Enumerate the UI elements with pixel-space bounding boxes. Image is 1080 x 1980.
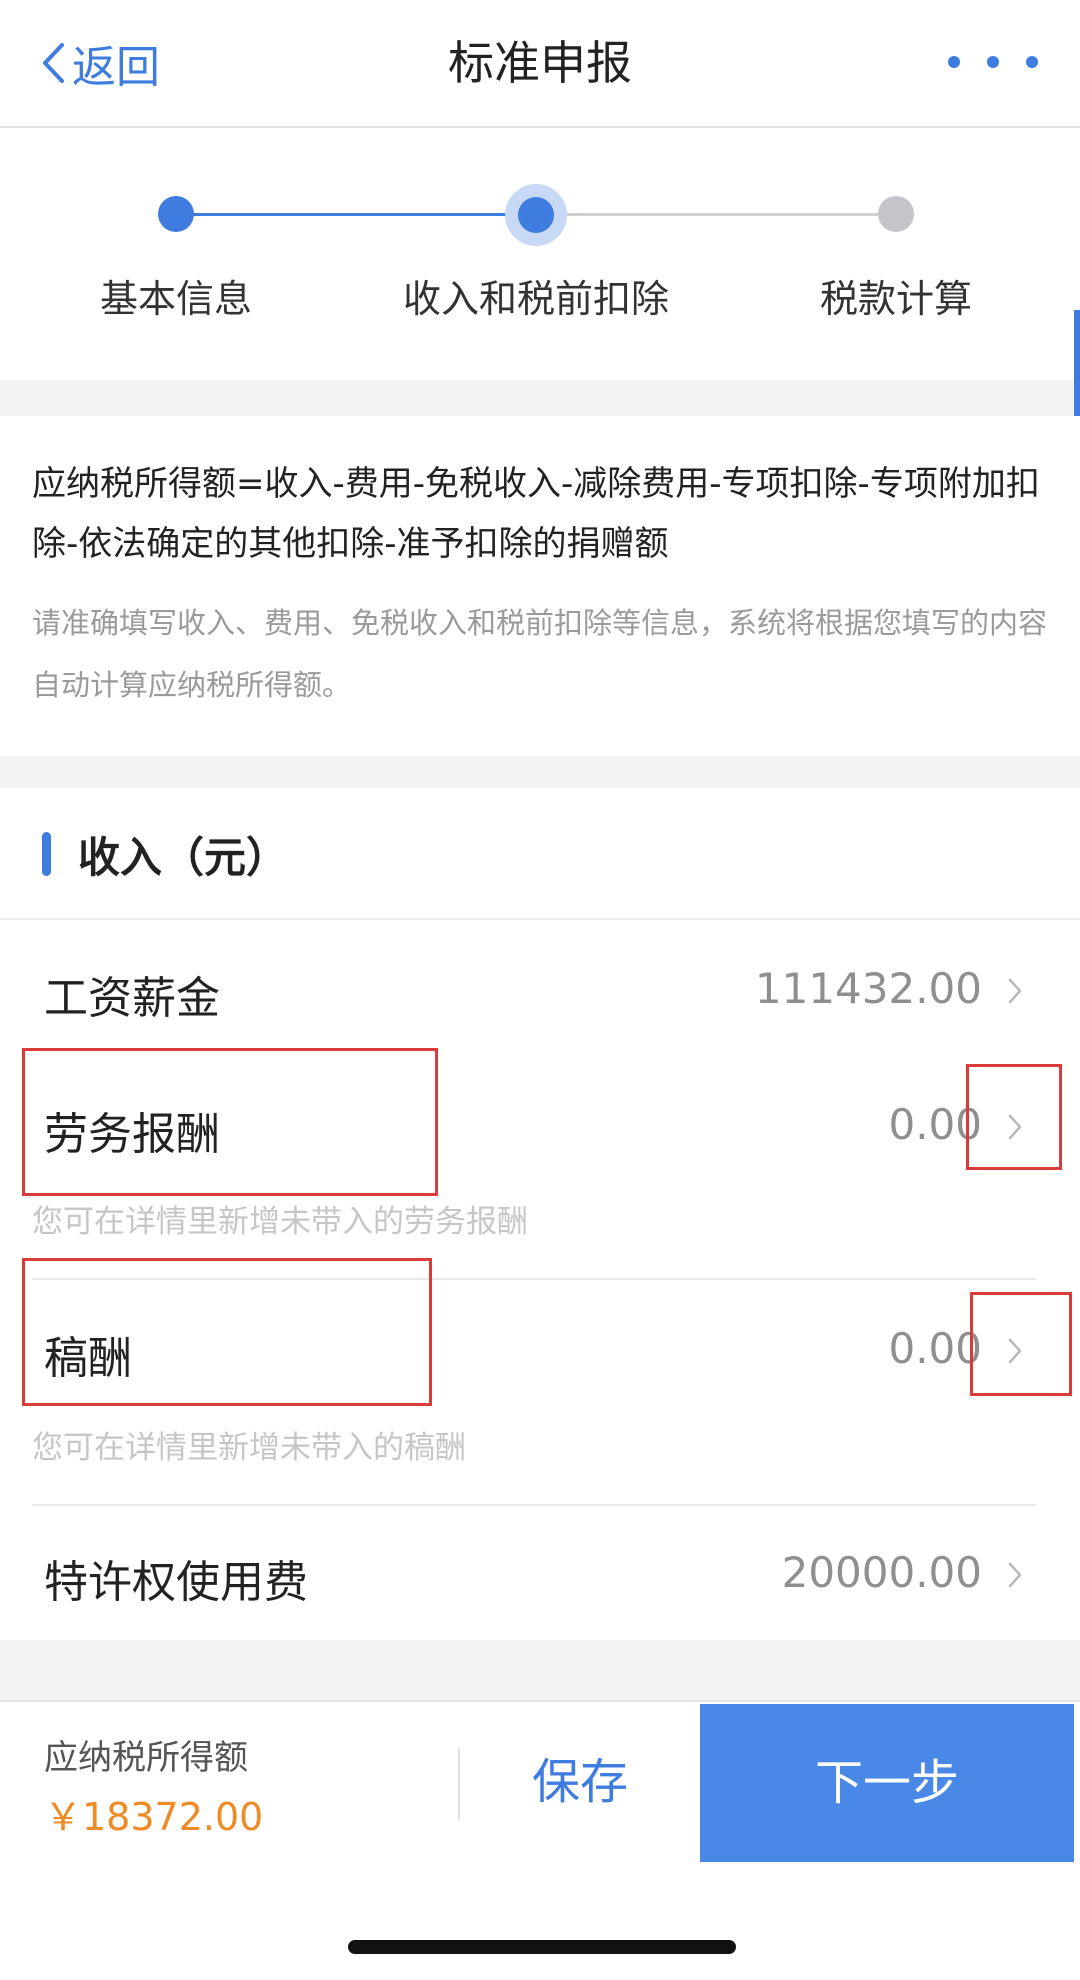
section-title: 收入（元）	[78, 833, 289, 882]
more-button[interactable]	[948, 40, 1038, 84]
section-accent-bar	[42, 832, 51, 876]
row-hint: 您可在详情里新增未带入的劳务报酬	[32, 1204, 528, 1240]
income-section-header: 收入（元）	[0, 788, 1080, 920]
income-row-royalty[interactable]: 特许权使用费 20000.00	[0, 1506, 1080, 1640]
progress-stepper: 基本信息 收入和税前扣除 税款计算	[0, 130, 1080, 380]
save-button[interactable]: 保存	[460, 1702, 700, 1862]
taxable-income-amount: ￥18372.00	[44, 1795, 264, 1839]
row-value: 0.00	[888, 1100, 982, 1149]
formula-card: 应纳税所得额=收入-费用-免税收入-减除费用-专项扣除-专项附加扣除-依法确定的…	[0, 416, 1080, 756]
income-row-salary[interactable]: 工资薪金 111432.00	[0, 922, 1080, 1058]
step-label-basic-info: 基本信息	[99, 277, 252, 321]
chevron-right-icon[interactable]	[1000, 1112, 1030, 1142]
row-value: 111432.00	[754, 964, 982, 1013]
bottom-action-bar: 应纳税所得额 ￥18372.00 保存 下一步	[0, 1700, 1080, 1862]
step-connector-done	[176, 213, 536, 216]
chevron-right-icon[interactable]	[1000, 1336, 1030, 1366]
row-label: 特许权使用费	[44, 1557, 308, 1608]
section-gap	[0, 756, 1080, 788]
next-step-button[interactable]: 下一步	[700, 1704, 1074, 1862]
formula-text: 应纳税所得额=收入-费用-免税收入-减除费用-专项扣除-专项附加扣除-依法确定的…	[32, 464, 1040, 564]
row-value: 20000.00	[781, 1548, 982, 1597]
row-hint: 您可在详情里新增未带入的稿酬	[32, 1430, 466, 1466]
more-dots-icon	[1026, 56, 1038, 68]
nav-bar: 返回 标准申报	[0, 0, 1080, 128]
step-dot-basic-info	[158, 196, 194, 232]
row-value: 0.00	[888, 1324, 982, 1373]
row-label: 工资薪金	[44, 973, 220, 1024]
formula-note: 请准确填写收入、费用、免税收入和税前扣除等信息，系统将根据您填写的内容自动计算应…	[32, 606, 1048, 702]
more-dots-icon	[948, 56, 960, 68]
section-gap	[0, 380, 1080, 416]
chevron-right-icon[interactable]	[1000, 976, 1030, 1006]
more-dots-icon	[987, 56, 999, 68]
section-gap	[0, 1640, 1080, 1700]
chevron-right-icon[interactable]	[1000, 1560, 1030, 1590]
home-indicator[interactable]	[348, 1940, 736, 1954]
row-divider	[32, 1278, 1036, 1280]
taxable-income-label: 应纳税所得额	[44, 1738, 248, 1778]
step-dot-tax-calculation	[878, 196, 914, 232]
income-row-labor[interactable]: 劳务报酬 0.00 您可在详情里新增未带入的劳务报酬	[0, 1058, 1080, 1280]
step-label-tax-calculation: 税款计算	[819, 277, 972, 321]
income-row-manuscript[interactable]: 稿酬 0.00 您可在详情里新增未带入的稿酬	[0, 1282, 1080, 1506]
row-label: 劳务报酬	[44, 1109, 220, 1160]
step-label-income-deduction: 收入和税前扣除	[402, 277, 669, 321]
page-title: 标准申报	[448, 36, 632, 90]
step-connector-todo	[536, 213, 896, 216]
row-label: 稿酬	[44, 1333, 132, 1384]
step-dot-income-deduction	[505, 184, 567, 246]
